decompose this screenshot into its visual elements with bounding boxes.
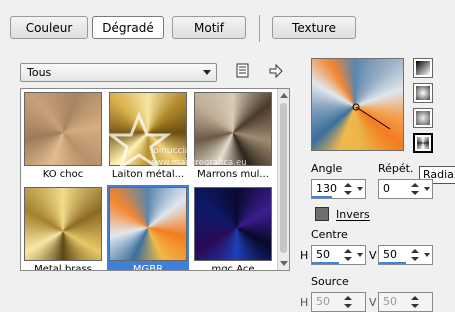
source-h-value: 50 [316, 295, 330, 308]
angle-bar [312, 196, 332, 198]
source-v-spinner: 50 [378, 292, 433, 312]
watermark-logo: pinuccia www.maidiregrafica.eu [109, 110, 247, 171]
source-v-value: 50 [383, 295, 397, 308]
gradient-label: Metal brass [34, 264, 92, 271]
angle-label: Angle [311, 162, 343, 175]
scroll-thumb[interactable] [280, 103, 287, 253]
spin-arrows-icon [343, 294, 353, 310]
tab-divider [259, 15, 260, 42]
gradient-thumb-metal-brass[interactable]: Metal brass [22, 185, 104, 271]
chevron-down-icon [203, 70, 211, 75]
center-v-label: V [369, 249, 377, 262]
source-h-spinner: 50 [311, 292, 366, 312]
chevron-down-icon[interactable] [357, 253, 363, 257]
tab-motif[interactable]: Motif [172, 16, 246, 39]
center-h-label: H [300, 249, 309, 262]
radial-style-icon[interactable] [413, 133, 433, 153]
gradient-category-select[interactable]: Tous [20, 63, 217, 82]
watermark-line1: pinuccia [153, 146, 191, 156]
gradient-swatch [24, 92, 102, 166]
angle-value: 130 [316, 182, 337, 195]
tab-couleur[interactable]: Couleur [10, 16, 88, 39]
gradient-category-value: Tous [27, 66, 52, 79]
spin-arrows-icon [410, 294, 420, 310]
arrow-right-icon[interactable] [268, 63, 284, 79]
center-h-spinner[interactable]: 50 [311, 245, 366, 265]
gradient-thumb-mqc-ace[interactable]: mqc Ace [192, 185, 274, 271]
source-h-label: H [300, 296, 309, 309]
source-v-label: V [369, 296, 377, 309]
chevron-down-icon[interactable] [424, 187, 430, 191]
invert-checkbox[interactable] [315, 207, 329, 221]
spin-arrows-icon[interactable] [410, 181, 420, 197]
spin-arrows-icon[interactable] [343, 181, 353, 197]
angle-spinner[interactable]: 130 [311, 179, 366, 199]
gradient-label: mqc Ace [211, 264, 255, 271]
gradient-preview[interactable] [311, 58, 404, 151]
gradient-swatch [194, 187, 272, 261]
watermark-line2: www.maidiregrafica.eu [149, 158, 247, 168]
center-v-spinner[interactable]: 50 [378, 245, 433, 265]
center-v-bar [379, 262, 406, 264]
tab-texture[interactable]: Texture [272, 16, 356, 39]
center-h-bar [312, 262, 339, 264]
gradient-swatch [109, 187, 187, 261]
linear-style-icon[interactable] [413, 58, 433, 78]
gradient-swatch [24, 187, 102, 261]
tab-degrade[interactable]: Dégradé [92, 16, 164, 39]
gradient-label: MGBR [132, 264, 164, 271]
gradient-gallery: KO choc Laiton métal... Marrons mul... M… [20, 88, 290, 271]
rectangular-style-icon[interactable] [413, 83, 433, 103]
source-label: Source [311, 275, 349, 288]
invert-label: Invers [336, 208, 370, 221]
gallery-scrollbar[interactable] [277, 89, 289, 270]
chevron-down-icon[interactable] [357, 187, 363, 191]
scroll-up-icon[interactable] [280, 93, 288, 98]
chevron-down-icon[interactable] [424, 253, 430, 257]
repeat-value: 0 [383, 182, 390, 195]
spin-arrows-icon[interactable] [410, 247, 420, 263]
gradient-thumb-mgbr[interactable]: MGBR [107, 185, 189, 271]
center-h-value: 50 [316, 248, 330, 261]
scroll-down-icon[interactable] [280, 261, 288, 266]
center-label: Centre [311, 228, 348, 241]
gradient-thumb-ko-choc[interactable]: KO choc [22, 90, 104, 183]
center-v-value: 50 [383, 248, 397, 261]
sunburst-style-icon[interactable] [413, 108, 433, 128]
gradient-label: KO choc [42, 169, 84, 180]
repeat-label: Répét. [378, 162, 414, 175]
spin-arrows-icon[interactable] [343, 247, 353, 263]
gradient-editor-icon[interactable] [235, 63, 251, 79]
repeat-spinner[interactable]: 0 [378, 179, 433, 199]
